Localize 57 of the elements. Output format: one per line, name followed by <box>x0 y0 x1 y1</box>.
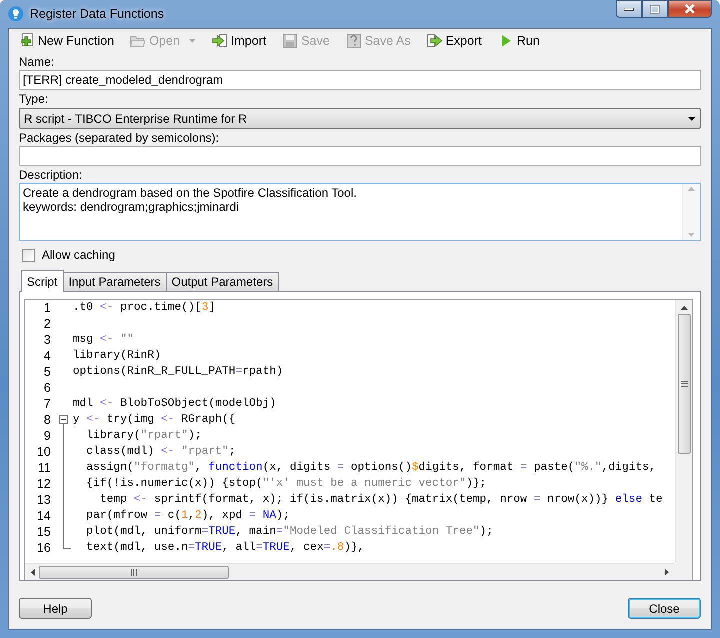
description-field[interactable]: Create a dendrogram based on the Spotfire Classification Tool. keywords: dendrogram;graphics;jminardi <box>19 183 701 241</box>
scroll-left-icon[interactable] <box>31 568 35 576</box>
field-label: Description: <box>19 168 84 182</box>
code-line: temp <- sprintf(format, x); if(is.matrix(x)) {matrix(temp, nrow = nrow(x))} else te <box>99 494 663 506</box>
code-line: .t0 <- proc.time()[3] <box>72 302 216 314</box>
tab[interactable]: Output Parameters <box>166 272 280 291</box>
code-line: text(mdl, use.n=TRUE, all=TRUE, cex=.8)}, <box>86 542 365 554</box>
field-label: Name: <box>19 55 56 69</box>
window-title: Register Data Functions <box>30 7 166 21</box>
code-line: msg <- "" <box>72 334 134 346</box>
code-editor[interactable] <box>24 299 693 580</box>
toolbar-button[interactable]: Export <box>426 33 482 49</box>
grip-icon[interactable] <box>680 381 688 387</box>
checkbox[interactable] <box>22 248 35 262</box>
toolbar-button[interactable]: Run <box>498 33 540 49</box>
name-field[interactable]: [TERR] create_modeled_dendrogram <box>19 70 701 90</box>
collapse-toggle-icon[interactable] <box>59 415 68 424</box>
code-line: assign("formatg", function(x, digits = options()$digits, format = paste("%.",digits, <box>86 462 656 474</box>
grip-icon[interactable] <box>131 568 137 576</box>
type-dropdown[interactable]: R script - TIBCO Enterprise Runtime for R <box>19 108 701 129</box>
horizontal-scrollbar[interactable] <box>25 563 675 580</box>
tab[interactable]: Script <box>21 270 64 292</box>
code-line: library("rpart"); <box>86 430 202 442</box>
save-as-icon <box>346 33 362 49</box>
plus-page-icon <box>19 33 35 49</box>
code-line: y <- try(img <- RGraph({ <box>72 414 236 426</box>
vertical-scrollbar[interactable] <box>675 300 692 563</box>
maximize-button[interactable] <box>642 0 668 18</box>
scroll-up-icon[interactable] <box>680 306 688 310</box>
code-line: options(RinR_R_FULL_PATH=rpath) <box>72 366 284 378</box>
export-arrow-icon <box>426 33 443 49</box>
code-line: {if(!is.numeric(x)) {stop("'x' must be a numeric vector")}; <box>86 478 487 490</box>
dialog-button[interactable]: Help <box>19 598 92 619</box>
scroll-right-icon[interactable] <box>665 568 669 576</box>
field-label: Type: <box>19 92 50 106</box>
code-line: mdl <- BlobToSObject(modelObj) <box>72 398 276 410</box>
description-line: keywords: dendrogram;graphics;jminardi <box>23 200 240 214</box>
code-line: plot(mdl, uniform=TRUE, main="Modeled Classification Tree"); <box>86 526 494 538</box>
field-label: Packages (separated by semicolons): <box>19 131 220 145</box>
packages-field[interactable] <box>19 146 701 166</box>
tab[interactable]: Input Parameters <box>62 272 167 291</box>
description-line: Create a dendrogram based on the Spotfire Classification Tool. <box>23 186 358 200</box>
minimize-button[interactable] <box>616 0 642 18</box>
code-line: library(RinR) <box>72 350 162 362</box>
code-line: par(mfrow = c(1,2), xpd = NA); <box>86 510 290 522</box>
toolbar-button[interactable]: Import <box>212 33 266 49</box>
lightbulb-icon <box>8 6 24 22</box>
maximize-icon <box>650 4 660 14</box>
minimize-icon <box>624 8 634 10</box>
toolbar-button[interactable]: New Function <box>19 33 114 49</box>
checkbox-label: Allow caching <box>42 248 116 262</box>
dialog-button[interactable]: Close <box>628 598 701 619</box>
close-button[interactable] <box>668 0 712 18</box>
code-line: class(mdl) <- "rpart"; <box>86 446 236 458</box>
import-arrow-icon <box>212 33 228 49</box>
dropdown-arrow-icon <box>688 116 696 120</box>
close-icon <box>685 4 695 14</box>
